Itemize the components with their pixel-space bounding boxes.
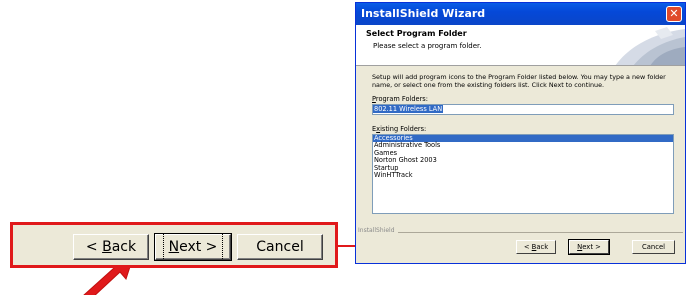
installshield-group-label: InstallShield <box>358 227 398 234</box>
title-bar: InstallShield Wizard ✕ <box>356 3 685 25</box>
cancel-button[interactable]: Cancel <box>632 240 675 254</box>
list-item[interactable]: WinHTTrack <box>373 171 673 179</box>
existing-folders-label: Existing Folders: <box>372 125 427 133</box>
wizard-swoosh-graphic <box>615 27 685 65</box>
list-item[interactable]: Norton Ghost 2003 <box>373 156 673 164</box>
callout-back-button[interactable]: < Back <box>73 234 149 260</box>
header-title: Select Program Folder <box>366 29 467 38</box>
back-button[interactable]: < Back <box>516 240 556 254</box>
program-folder-input[interactable]: 802.11 Wireless LAN <box>372 104 674 115</box>
installshield-window: InstallShield Wizard ✕ Select Program Fo… <box>355 2 686 264</box>
program-folder-value: 802.11 Wireless LAN <box>373 105 444 113</box>
callout-next-button[interactable]: Next > <box>154 233 232 261</box>
zoom-callout: < Back Next > Cancel <box>10 222 338 268</box>
program-folders-label: Program Folders: <box>372 95 428 103</box>
close-icon[interactable]: ✕ <box>666 6 682 22</box>
existing-folders-list[interactable]: Accessories Administrative Tools Games N… <box>372 134 674 214</box>
header-subtitle: Please select a program folder. <box>373 42 482 50</box>
wizard-header: Select Program Folder Please select a pr… <box>356 25 685 66</box>
next-button[interactable]: Next > <box>568 239 610 255</box>
list-item[interactable]: Startup <box>373 164 673 172</box>
callout-cancel-button[interactable]: Cancel <box>237 234 323 260</box>
list-item[interactable]: Administrative Tools <box>373 141 673 149</box>
instructions-text: Setup will add program icons to the Prog… <box>372 73 666 89</box>
window-title: InstallShield Wizard <box>361 7 486 20</box>
button-group-divider <box>358 232 683 233</box>
